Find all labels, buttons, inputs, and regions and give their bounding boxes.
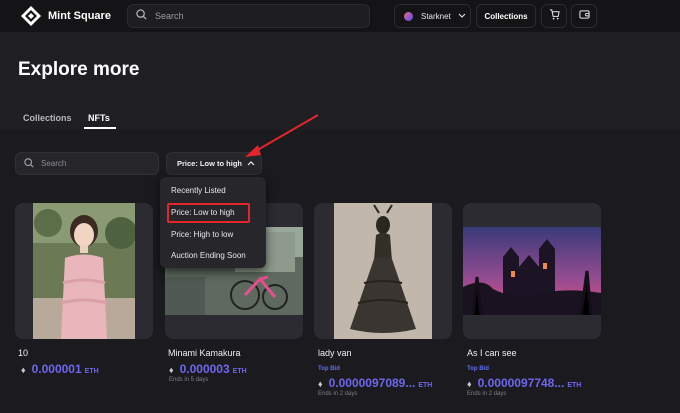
collections-nav-button[interactable]: Collections (476, 4, 536, 28)
nft-card[interactable] (463, 203, 601, 339)
nft-price-row: ♦ 0.000001 ETH (21, 362, 99, 376)
nft-price: 0.0000097089... (328, 376, 416, 390)
brand-link[interactable]: Mint Square (20, 5, 111, 27)
sort-option-auction-ending-soon[interactable]: Auction Ending Soon (171, 251, 246, 260)
nft-name: As I can see (467, 348, 517, 358)
active-tab-indicator (84, 127, 116, 129)
global-search-input[interactable] (155, 11, 355, 21)
nft-price: 0.0000097748... (477, 376, 565, 390)
nft-price: 0.000001 (31, 362, 82, 376)
price-unit: ETH (418, 382, 433, 389)
nft-price-row: ♦ 0.0000097748... ETH (467, 376, 581, 390)
nft-price-row: ♦ 0.0000097089... ETH (318, 376, 432, 390)
tab-collections[interactable]: Collections (23, 113, 72, 123)
highlight-annotation-box (167, 203, 250, 223)
sort-label: Price: Low to high (177, 159, 242, 168)
sort-option-recently-listed[interactable]: Recently Listed (171, 186, 226, 195)
ethereum-icon: ♦ (318, 379, 323, 389)
top-bid-label: Top Bid (318, 366, 340, 372)
nft-search-box[interactable] (15, 152, 159, 175)
explore-header: Explore more Collections NFTs (0, 32, 680, 130)
tab-nfts[interactable]: NFTs (88, 113, 110, 123)
brand-name: Mint Square (48, 10, 111, 22)
nft-card[interactable] (314, 203, 452, 339)
nft-name: 10 (18, 348, 29, 358)
starknet-logo-icon (404, 11, 413, 21)
top-navigation-bar: Mint Square Starknet Collections (0, 0, 680, 32)
chevron-up-icon (242, 159, 255, 168)
nft-image (463, 227, 601, 315)
sort-option-price-high-to-low[interactable]: Price: High to low (171, 230, 233, 239)
annotation-arrow-icon (245, 114, 319, 157)
network-selector-button[interactable]: Starknet (394, 4, 471, 28)
nft-card[interactable] (15, 203, 153, 339)
price-unit: ETH (84, 368, 99, 375)
top-bid-label: Top Bid (467, 366, 489, 372)
search-icon (136, 7, 147, 25)
auction-ends-text: Ends in 2 days (467, 391, 507, 397)
nft-image (33, 203, 135, 339)
nft-name: lady van (318, 348, 352, 358)
auction-ends-text: Ends in 5 days (169, 377, 209, 383)
chevron-down-icon (458, 12, 466, 21)
mint-square-logo-icon (20, 5, 42, 27)
nft-name: Minami Kamakura (168, 348, 241, 358)
nft-price-row: ♦ 0.000003 ETH (169, 362, 247, 376)
nft-image (334, 203, 432, 339)
ethereum-icon: ♦ (467, 379, 472, 389)
global-search-box[interactable] (127, 4, 370, 28)
wallet-button[interactable] (571, 4, 597, 28)
auction-ends-text: Ends in 2 days (318, 391, 358, 397)
wallet-icon (578, 7, 590, 25)
search-icon (24, 155, 34, 173)
page-title: Explore more (18, 59, 140, 80)
cart-icon (549, 7, 560, 25)
network-label: Starknet (421, 11, 451, 21)
cart-button[interactable] (541, 4, 567, 28)
ethereum-icon: ♦ (21, 365, 26, 375)
nft-search-input[interactable] (41, 159, 151, 168)
price-unit: ETH (567, 382, 582, 389)
ethereum-icon: ♦ (169, 365, 174, 375)
nft-price: 0.000003 (179, 362, 230, 376)
price-unit: ETH (232, 368, 247, 375)
